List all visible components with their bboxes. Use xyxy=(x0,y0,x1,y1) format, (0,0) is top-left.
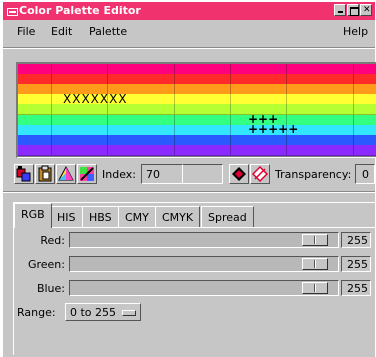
red-slider[interactable] xyxy=(69,232,339,248)
red-slider-row: Red: 255 xyxy=(3,230,371,250)
palette-cell[interactable] xyxy=(40,144,53,156)
color-picker-icon[interactable] xyxy=(77,164,97,184)
index-field-ext[interactable] xyxy=(183,164,223,184)
menu-help[interactable]: Help xyxy=(343,25,368,38)
range-option-menu[interactable]: 0 to 255 xyxy=(65,303,142,321)
palette-cell[interactable] xyxy=(185,144,198,156)
palette-editor-window: Color Palette Editor ✕ File Edit Palette… xyxy=(2,1,376,357)
palette-cell[interactable] xyxy=(163,144,176,156)
palette-cell[interactable] xyxy=(85,144,98,156)
transparency-label: Transparency: xyxy=(275,168,352,181)
red-label: Red: xyxy=(40,234,65,247)
palette-cell[interactable] xyxy=(96,144,109,156)
red-slider-thumb[interactable] xyxy=(302,234,328,246)
range-label: Range: xyxy=(17,306,56,319)
minimize-button[interactable] xyxy=(334,4,346,16)
palette-cell[interactable] xyxy=(353,144,366,156)
palette-cell[interactable] xyxy=(320,144,333,156)
maximize-button[interactable] xyxy=(347,4,359,16)
palette-cell[interactable] xyxy=(51,144,64,156)
palette-cell[interactable] xyxy=(252,144,265,156)
palette-grid[interactable] xyxy=(18,64,376,156)
index-label: Index: xyxy=(102,168,136,181)
palette-cell[interactable] xyxy=(29,144,42,156)
tab-spread[interactable]: Spread xyxy=(201,206,254,227)
green-value[interactable]: 255 xyxy=(341,256,371,272)
blue-slider-thumb[interactable] xyxy=(302,282,328,294)
tool-separator xyxy=(3,191,375,193)
palette-cell[interactable] xyxy=(364,144,376,156)
paste-colors-icon[interactable] xyxy=(35,164,55,184)
palette-cell[interactable] xyxy=(197,144,209,156)
palette-cell[interactable] xyxy=(230,144,243,156)
palette-cell[interactable] xyxy=(208,144,221,156)
palette-cell[interactable] xyxy=(286,144,299,156)
transparency-field[interactable]: 0 xyxy=(355,164,375,184)
palette-cell[interactable] xyxy=(129,144,142,156)
title-bar[interactable]: Color Palette Editor ✕ xyxy=(3,2,375,20)
palette-cell[interactable] xyxy=(118,144,131,156)
palette-cell[interactable] xyxy=(308,144,321,156)
menu-file[interactable]: File xyxy=(17,25,35,38)
palette-cell[interactable] xyxy=(241,144,254,156)
green-slider-row: Green: 255 xyxy=(3,254,371,274)
green-slider-thumb[interactable] xyxy=(302,258,328,270)
menu-bar: File Edit Palette Help xyxy=(3,21,375,43)
window-title: Color Palette Editor xyxy=(19,4,141,17)
tool-row: Index: 70 Transparency: 0 xyxy=(3,160,375,188)
clear-diamond-icon[interactable] xyxy=(250,164,270,184)
palette-cell[interactable] xyxy=(73,144,86,156)
tab-cmyk[interactable]: CMYK xyxy=(155,206,201,227)
menu-separator xyxy=(3,47,375,49)
menu-edit[interactable]: Edit xyxy=(51,25,72,38)
palette-cell[interactable] xyxy=(275,144,288,156)
palette-cell[interactable] xyxy=(297,144,310,156)
tab-his[interactable]: HIS xyxy=(50,206,83,227)
marker-plus-row-2: +++++ xyxy=(248,122,299,136)
blue-slider-row: Blue: 255 xyxy=(3,278,371,298)
palette-cell[interactable] xyxy=(62,144,75,156)
palette-cell[interactable] xyxy=(18,144,30,156)
palette-cell[interactable] xyxy=(174,144,187,156)
palette-cell[interactable] xyxy=(107,144,120,156)
close-button[interactable]: ✕ xyxy=(360,4,372,16)
palette-cell[interactable] xyxy=(141,144,154,156)
palette-cell[interactable] xyxy=(152,144,165,156)
selected-cells-marker: XXXXXXX xyxy=(63,92,128,106)
blue-label: Blue: xyxy=(36,282,65,295)
tab-baseline xyxy=(14,227,376,228)
blue-slider[interactable] xyxy=(69,280,339,296)
palette-cell[interactable] xyxy=(342,144,355,156)
tab-rgb[interactable]: RGB xyxy=(14,203,52,228)
tab-hbs[interactable]: HBS xyxy=(82,206,119,227)
green-label: Green: xyxy=(27,258,65,271)
red-value[interactable]: 255 xyxy=(341,232,371,248)
window-menu-icon[interactable] xyxy=(7,8,18,16)
gradient-icon[interactable] xyxy=(56,164,76,184)
green-slider[interactable] xyxy=(69,256,339,272)
range-value: 0 to 255 xyxy=(70,306,117,319)
menu-palette[interactable]: Palette xyxy=(89,25,127,38)
blue-value[interactable]: 255 xyxy=(341,280,371,296)
index-field[interactable]: 70 xyxy=(141,164,183,184)
palette-cell[interactable] xyxy=(219,144,232,156)
palette-cell[interactable] xyxy=(264,144,277,156)
palette-cell[interactable] xyxy=(331,144,344,156)
copy-colors-icon[interactable] xyxy=(14,164,34,184)
fill-diamond-icon[interactable] xyxy=(229,164,249,184)
tab-cmy[interactable]: CMY xyxy=(118,206,156,227)
option-menu-indicator-icon xyxy=(122,310,137,316)
